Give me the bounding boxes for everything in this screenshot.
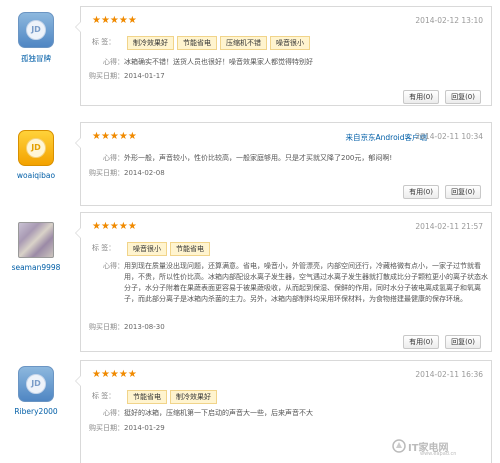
- buy-date-row: 购买日期：2013-08-30: [89, 322, 165, 332]
- buy-date-row: 购买日期：2014-02-08: [89, 168, 165, 178]
- watermark-logo-icon: [392, 439, 406, 453]
- username[interactable]: 孤独冒牌: [0, 53, 72, 64]
- buy-date-row: 购买日期：2014-01-29: [89, 423, 165, 433]
- star-rating: ★★★★★: [92, 131, 137, 142]
- useful-button[interactable]: 有用(0): [403, 90, 439, 104]
- star-rating: ★★★★★: [92, 369, 137, 380]
- experience-row: 心得：外形一般，声音较小，性价比较高，一般家庭够用。只是才买就又降了200元，郁…: [103, 153, 392, 164]
- buy-date-value: 2014-01-17: [124, 72, 165, 80]
- watermark-url: www.eapad.cn: [420, 451, 457, 457]
- tag: 节能省电: [177, 36, 217, 50]
- jd-logo-icon: JD: [26, 138, 46, 158]
- review-date: 2014-02-12 13:10: [415, 16, 483, 25]
- tag: 制冷效果好: [127, 36, 174, 50]
- avatar[interactable]: JD: [18, 366, 54, 402]
- tags-label: 标 签：: [92, 38, 116, 46]
- experience-row: 心得： 用到现在质量没出现问题，还算满意。省电，噪音小，外管漂亮，内部空间还行，冷…: [103, 261, 488, 305]
- card-arrow: [75, 227, 81, 239]
- reply-button[interactable]: 回复(0): [445, 90, 481, 104]
- tag-list: 节能省电 制冷效果好: [127, 390, 220, 404]
- review-date: 2014-02-11 21:57: [415, 222, 483, 231]
- review-card: ★★★★★ 来自京东Android客户端 2014-02-11 10:34 心得…: [75, 122, 492, 206]
- experience-row: 心得：挺好的冰箱，压缩机第一下启动的声音大一些，后来声音不大: [103, 408, 313, 419]
- tag: 节能省电: [170, 242, 210, 256]
- experience-label: 心得：: [103, 409, 124, 417]
- card-arrow: [75, 137, 81, 149]
- tags-row: 标 签：: [92, 243, 115, 253]
- buy-date-value: 2014-01-29: [124, 424, 165, 432]
- username[interactable]: woaiqibao: [0, 171, 72, 180]
- star-rating: ★★★★★: [92, 221, 137, 232]
- buy-date-label: 购买日期：: [89, 169, 124, 177]
- username[interactable]: Ribery2000: [0, 407, 72, 416]
- tag: 制冷效果好: [170, 390, 217, 404]
- tag-list: 噪音很小 节能省电: [127, 242, 213, 256]
- tag: 节能省电: [127, 390, 167, 404]
- tag-list: 制冷效果好 节能省电 压缩机不错 噪音很小: [127, 36, 313, 50]
- experience-row: 心得：冰箱确实不错！送货人员也很好！噪音效果家人都觉得特别好: [103, 57, 313, 68]
- tag: 压缩机不错: [220, 36, 267, 50]
- jd-logo-icon: JD: [26, 20, 46, 40]
- useful-button[interactable]: 有用(0): [403, 335, 439, 349]
- buy-date-label: 购买日期：: [89, 424, 124, 432]
- useful-button[interactable]: 有用(0): [403, 185, 439, 199]
- buy-date-value: 2013-08-30: [124, 323, 165, 331]
- review-date: 2014-02-11 16:36: [415, 370, 483, 379]
- review-content: 外形一般，声音较小，性价比较高，一般家庭够用。只是才买就又降了200元，郁闷啊!: [124, 154, 393, 162]
- experience-label: 心得：: [103, 154, 124, 162]
- jd-logo-icon: JD: [26, 374, 46, 394]
- review-item: JD 孤独冒牌 ★★★★★ 2014-02-12 13:10 标 签： 制冷效果…: [0, 4, 500, 118]
- review-item: JD woaiqibao ★★★★★ 来自京东Android客户端 2014-0…: [0, 118, 500, 208]
- username[interactable]: seaman9998: [0, 263, 72, 272]
- reply-button[interactable]: 回复(0): [445, 335, 481, 349]
- review-content: 冰箱确实不错！送货人员也很好！噪音效果家人都觉得特别好: [124, 58, 313, 66]
- tag: 噪音很小: [270, 36, 310, 50]
- tag: 噪音很小: [127, 242, 167, 256]
- avatar[interactable]: [18, 222, 54, 258]
- tags-row: 标 签：: [92, 391, 115, 401]
- review-content: 挺好的冰箱，压缩机第一下启动的声音大一些，后来声音不大: [124, 409, 313, 417]
- review-card: ★★★★★ 2014-02-12 13:10 标 签： 制冷效果好 节能省电 压…: [75, 6, 492, 106]
- card-arrow: [75, 21, 81, 33]
- buy-date-row: 购买日期：2014-01-17: [89, 71, 165, 81]
- avatar[interactable]: JD: [18, 130, 54, 166]
- review-content: 用到现在质量没出现问题，还算满意。省电，噪音小，外管漂亮，内部空间还行，冷藏格微…: [124, 262, 488, 303]
- card-arrow: [75, 375, 81, 387]
- review-card: ★★★★★ 2014-02-11 21:57 标 签： 噪音很小 节能省电 心得…: [75, 212, 492, 352]
- star-rating: ★★★★★: [92, 15, 137, 26]
- buy-date-value: 2014-02-08: [124, 169, 165, 177]
- site-watermark: IT家电网 www.eapad.cn: [392, 439, 492, 457]
- tags-label: 标 签：: [92, 244, 116, 252]
- reviewer: JD 孤独冒牌: [0, 12, 72, 64]
- reviewer: JD woaiqibao: [0, 130, 72, 180]
- experience-label: 心得：: [103, 58, 124, 66]
- reviewer: JD Ribery2000: [0, 366, 72, 416]
- reviewer: seaman9998: [0, 222, 72, 272]
- tags-row: 标 签：: [92, 37, 115, 47]
- avatar[interactable]: JD: [18, 12, 54, 48]
- reply-button[interactable]: 回复(0): [445, 185, 481, 199]
- experience-label: 心得：: [103, 262, 124, 270]
- buy-date-label: 购买日期：: [89, 72, 124, 80]
- buy-date-label: 购买日期：: [89, 323, 124, 331]
- review-item: seaman9998 ★★★★★ 2014-02-11 21:57 标 签： 噪…: [0, 208, 500, 356]
- tags-label: 标 签：: [92, 392, 116, 400]
- review-date: 2014-02-11 10:34: [415, 132, 483, 141]
